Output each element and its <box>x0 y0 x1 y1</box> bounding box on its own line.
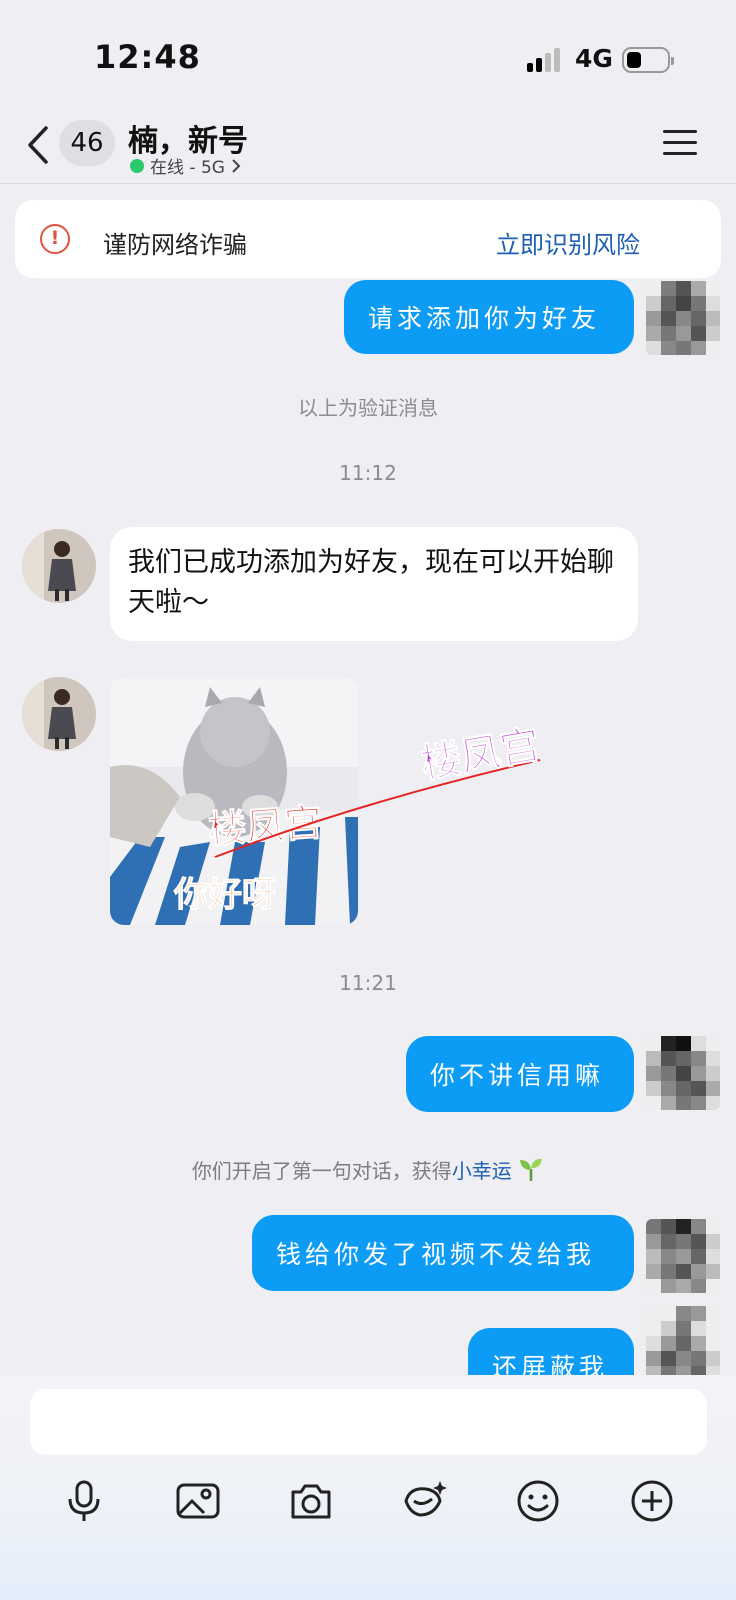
contact-avatar[interactable] <box>22 529 96 603</box>
self-avatar[interactable] <box>646 1036 720 1110</box>
message-bubble-incoming[interactable]: 我们已成功添加为好友，现在可以开始聊天啦～ <box>110 527 638 641</box>
cellular-signal-icon <box>527 48 561 72</box>
first-chat-text: 你们开启了第一句对话，获得 <box>191 1159 452 1183</box>
unread-count-badge[interactable]: 46 <box>59 120 115 166</box>
sprout-icon <box>518 1158 544 1187</box>
composer <box>0 1375 736 1600</box>
warning-text: 谨防网络诈骗 <box>103 231 247 259</box>
battery-icon <box>622 47 674 73</box>
message-bubble-outgoing[interactable]: 你不讲信用嘛 <box>406 1036 634 1112</box>
chevron-right-icon <box>232 158 241 173</box>
camera-icon[interactable] <box>287 1477 335 1525</box>
timestamp: 11:21 <box>339 971 397 995</box>
emoji-icon[interactable] <box>514 1477 562 1525</box>
clock: 12:48 <box>94 38 201 76</box>
network-type: 4G <box>575 44 613 73</box>
message-bubble-outgoing[interactable]: 还屏蔽我 <box>468 1328 634 1375</box>
menu-icon[interactable] <box>663 128 697 158</box>
ai-assistant-icon[interactable] <box>400 1477 448 1525</box>
verification-note: 以上为验证消息 <box>298 396 438 420</box>
lucky-link[interactable]: 小幸运 <box>452 1159 512 1183</box>
first-chat-note: 你们开启了第一句对话，获得小幸运 <box>0 1155 736 1187</box>
image-icon[interactable] <box>174 1477 222 1525</box>
sticker-caption: 你好呀 <box>174 875 277 916</box>
self-avatar[interactable] <box>646 1219 720 1293</box>
message-bubble-outgoing[interactable]: 钱给你发了视频不发给我 <box>252 1215 634 1291</box>
message-input[interactable] <box>30 1389 707 1455</box>
chat-header: 46 楠，新号 在线 - 5G <box>0 110 736 184</box>
alert-icon: ! <box>40 224 70 254</box>
microphone-icon[interactable] <box>60 1477 108 1525</box>
online-dot-icon <box>130 158 144 173</box>
message-row-clipped: 还屏蔽我 <box>0 1300 736 1375</box>
plus-icon[interactable] <box>628 1477 676 1525</box>
identify-risk-link[interactable]: 立即识别风险 <box>496 225 640 260</box>
message-bubble-outgoing[interactable]: 请求添加你为好友 <box>344 280 634 354</box>
chat-screen: 12:48 4G 46 楠，新号 在线 - 5G ! 谨防网络诈骗 立即识别风险… <box>0 0 736 1600</box>
self-avatar[interactable] <box>646 1306 720 1375</box>
presence-status[interactable]: 在线 - 5G <box>130 153 241 178</box>
timestamp: 11:12 <box>339 461 397 485</box>
back-chevron-icon[interactable] <box>24 124 54 166</box>
self-avatar[interactable] <box>646 281 720 355</box>
contact-avatar[interactable] <box>22 677 96 751</box>
status-bar: 12:48 4G <box>0 0 736 110</box>
fraud-warning-banner: ! 谨防网络诈骗 立即识别风险 <box>15 200 721 278</box>
presence-label: 在线 - 5G <box>150 158 225 178</box>
